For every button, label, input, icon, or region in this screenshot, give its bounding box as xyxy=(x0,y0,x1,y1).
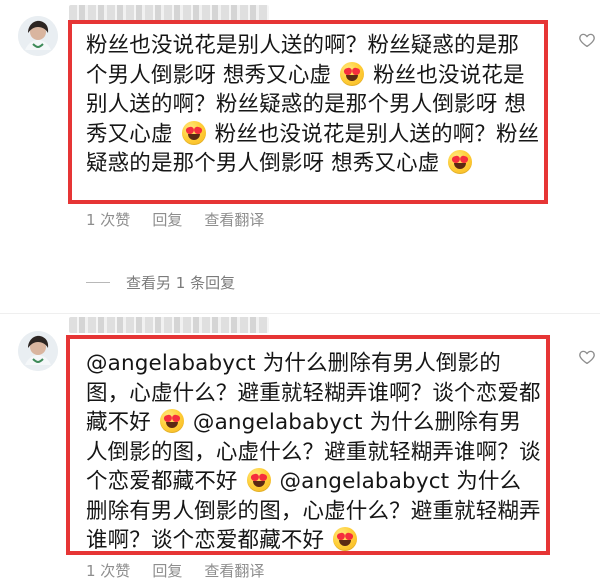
comment-text: 粉丝也没说花是别人送的啊？粉丝疑惑的是那个男人倒影呀 想秀又心虚 粉丝也没说花是… xyxy=(86,31,540,179)
view-replies[interactable]: 查看另 1 条回复 xyxy=(86,272,235,293)
heart-eyes-emoji xyxy=(333,527,358,551)
comment-1: 粉丝也没说花是别人送的啊？粉丝疑惑的是那个男人倒影呀 想秀又心虚 粉丝也没说花是… xyxy=(0,0,600,293)
comment-meta-row: 1 次赞 回复 查看翻译 xyxy=(86,560,264,581)
username-blurred xyxy=(69,317,269,333)
translate-button[interactable]: 查看翻译 xyxy=(204,209,264,230)
heart-eyes-emoji xyxy=(159,409,184,433)
avatar[interactable] xyxy=(18,16,58,56)
heart-icon[interactable] xyxy=(578,348,596,366)
translate-button[interactable]: 查看翻译 xyxy=(204,560,264,581)
username-blurred xyxy=(69,5,269,21)
likes-count[interactable]: 1 次赞 xyxy=(86,560,130,581)
likes-count[interactable]: 1 次赞 xyxy=(86,209,130,230)
heart-eyes-emoji xyxy=(246,468,271,492)
replies-divider-line xyxy=(86,282,110,283)
heart-eyes-emoji xyxy=(448,150,473,174)
view-replies-label[interactable]: 查看另 1 条回复 xyxy=(126,272,235,293)
comment-text: @angelababyct 为什么删除有男人倒影的图，心虚什么？避重就轻糊弄谁啊… xyxy=(86,349,542,556)
heart-eyes-emoji xyxy=(340,61,365,86)
comment-2: @angelababyct 为什么删除有男人倒影的图，心虚什么？避重就轻糊弄谁啊… xyxy=(0,313,600,585)
heart-eyes-emoji xyxy=(181,120,206,145)
comment-meta-row: 1 次赞 回复 查看翻译 xyxy=(86,209,264,230)
avatar[interactable] xyxy=(18,331,58,371)
heart-icon[interactable] xyxy=(578,31,596,49)
reply-button[interactable]: 回复 xyxy=(152,209,182,230)
reply-button[interactable]: 回复 xyxy=(152,560,182,581)
